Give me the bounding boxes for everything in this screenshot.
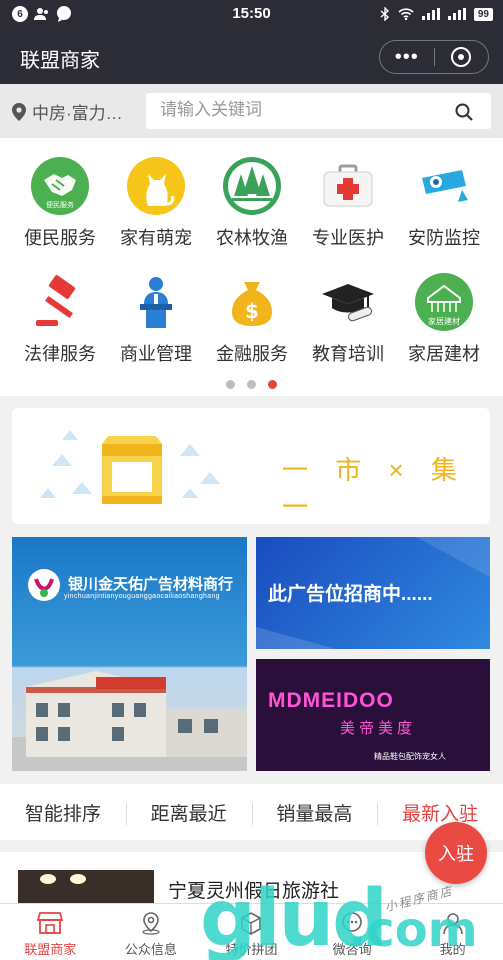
target-icon <box>451 47 472 67</box>
tab-label: 我的 <box>439 942 466 957</box>
cat-icon <box>126 156 186 216</box>
battery-indicator: 99 <box>473 7 493 21</box>
ad-company-name: 银川金天佑广告材料商行 <box>68 576 234 593</box>
category-item-pets[interactable]: 家有萌宠 <box>106 156 206 250</box>
person-icon <box>442 913 463 935</box>
box-icon <box>241 912 262 935</box>
category-item-business[interactable]: 商业管理 <box>106 272 206 366</box>
category-panel: 便民服务 便民服务 家有萌宠 农林牧渔 专业医护 安防监控 法律服务 商业管理 … <box>0 138 503 396</box>
mini-program-capsule: ••• <box>379 40 489 74</box>
sort-tab-smart[interactable]: 智能排序 <box>0 799 126 826</box>
category-label: 教育培训 <box>312 344 384 364</box>
tab-label: 特价拼团 <box>225 942 278 957</box>
bluetooth-icon <box>380 7 389 21</box>
convenience-icon-text: 便民服务 <box>46 200 74 209</box>
tab-group-deals[interactable]: 特价拼团 <box>201 904 302 960</box>
category-label: 农林牧渔 <box>216 228 288 248</box>
signal-icon-2 <box>447 8 466 20</box>
search-input[interactable] <box>160 100 440 120</box>
ad-vacancy-text: 此广告位招商中...... <box>268 584 433 605</box>
category-label: 家居建材 <box>408 344 480 364</box>
category-item-medical[interactable]: 专业医护 <box>298 156 398 250</box>
category-label: 金融服务 <box>216 344 288 364</box>
ad-banner-mdmeidoo[interactable]: MDMEIDOO 美帝美度 精品鞋包配饰宠女人 <box>256 659 490 771</box>
gavel-icon <box>30 272 90 332</box>
market-banner-text: 一 市 × 集 一 <box>282 455 467 522</box>
category-label: 法律服务 <box>24 344 96 364</box>
status-bar: 6 15:50 99 <box>0 0 503 30</box>
category-item-education[interactable]: 教育培训 <box>298 272 398 366</box>
ad-banner-jintianyou[interactable]: 银川金天佑广告材料商行 yinchuanjintianyouguanggaoca… <box>12 537 247 771</box>
tab-label: 公众信息 <box>124 942 177 957</box>
location-pin-icon <box>142 912 160 935</box>
more-menu-button[interactable]: ••• <box>380 47 434 67</box>
carousel-indicator <box>0 380 503 389</box>
house-icon: 家居建材 <box>414 272 474 332</box>
sort-tab-sales[interactable]: 销量最高 <box>251 799 378 826</box>
search-box[interactable] <box>146 93 491 129</box>
location-label: 中房·富力… <box>32 104 123 123</box>
company-logo-icon <box>28 569 60 601</box>
svg-text:$: $ <box>245 299 259 323</box>
ad-brand-cn: 美帝美度 <box>340 720 417 737</box>
carousel-dot-active[interactable] <box>268 380 277 389</box>
ad-company-pinyin: yinchuanjintianyouguanggaocailiaoshangha… <box>64 593 220 600</box>
trees-icon <box>222 156 282 216</box>
close-button[interactable] <box>435 47 489 67</box>
tab-consult[interactable]: 微咨询 <box>302 904 403 960</box>
tab-mine[interactable]: 我的 <box>402 904 503 960</box>
signal-icon <box>421 8 440 20</box>
search-icon[interactable] <box>455 103 473 121</box>
money-bag-icon: $ <box>222 272 282 332</box>
market-banner[interactable]: 一 市 × 集 一 <box>12 408 490 524</box>
ad-banner-vacancy[interactable]: 此广告位招商中...... <box>256 537 490 649</box>
tab-label: 微咨询 <box>332 942 372 957</box>
page-title: 联盟商家 <box>20 50 100 72</box>
join-floating-button[interactable]: 入驻 <box>425 822 487 884</box>
location-pin-icon <box>12 102 26 121</box>
tab-label: 联盟商家 <box>24 942 77 957</box>
wifi-icon <box>398 8 414 20</box>
category-label: 家有萌宠 <box>120 228 192 248</box>
carousel-dot[interactable] <box>226 380 235 389</box>
location-selector[interactable]: 中房·富力… <box>12 99 123 124</box>
bottom-tab-bar: 联盟商家 公众信息 特价拼团 微咨询 我的 <box>0 903 503 960</box>
store-icon <box>37 912 64 934</box>
category-item-agriculture[interactable]: 农林牧渔 <box>202 156 302 250</box>
category-item-legal[interactable]: 法律服务 <box>10 272 110 366</box>
ad-brand-tagline: 精品鞋包配饰宠女人 <box>374 752 446 761</box>
category-label: 商业管理 <box>120 344 192 364</box>
nav-bar: 联盟商家 ••• <box>0 30 503 84</box>
tab-public-info[interactable]: 公众信息 <box>101 904 202 960</box>
search-bar: 中房·富力… <box>0 84 503 138</box>
category-label: 安防监控 <box>408 228 480 248</box>
sort-tabs: 智能排序 距离最近 销量最高 最新入驻 <box>0 784 503 840</box>
category-item-home[interactable]: 家居建材 家居建材 <box>394 272 494 366</box>
ad-brand-name: MDMEIDOO <box>268 689 394 712</box>
security-camera-icon <box>414 156 474 216</box>
speaker-podium-icon <box>126 272 186 332</box>
carousel-dot[interactable] <box>247 380 256 389</box>
building-photo <box>12 671 247 771</box>
tab-merchants[interactable]: 联盟商家 <box>0 904 101 960</box>
category-item-convenience[interactable]: 便民服务 便民服务 <box>10 156 110 250</box>
chat-bubble-icon <box>342 912 362 932</box>
category-label: 便民服务 <box>24 228 96 248</box>
sort-tab-distance[interactable]: 距离最近 <box>125 799 252 826</box>
category-label: 专业医护 <box>312 228 384 248</box>
category-item-security[interactable]: 安防监控 <box>394 156 494 250</box>
sort-tab-newest[interactable]: 最新入驻 <box>377 799 503 826</box>
handshake-icon: 便民服务 <box>30 156 90 216</box>
home-icon-text: 家居建材 <box>428 316 460 326</box>
category-item-finance[interactable]: $ 金融服务 <box>202 272 302 366</box>
medical-kit-icon <box>318 156 378 216</box>
graduation-cap-icon <box>318 272 378 332</box>
market-stall-icon <box>102 436 162 504</box>
list-item-name: 宁夏灵州假日旅游社 <box>168 881 340 902</box>
